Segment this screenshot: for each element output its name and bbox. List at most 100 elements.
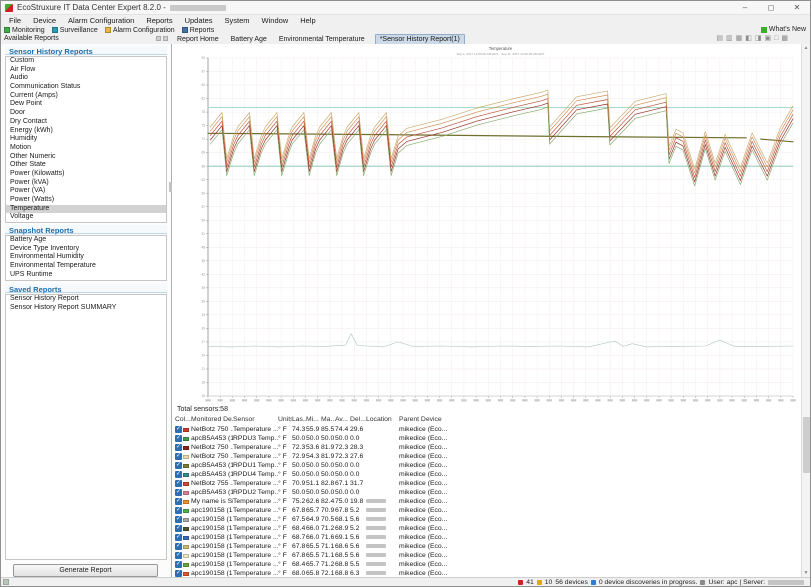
- report-tool-icon-8[interactable]: ▩: [781, 34, 788, 43]
- column-header-units[interactable]: Units: [278, 416, 292, 423]
- row-checkbox[interactable]: ✓: [175, 480, 182, 487]
- table-row[interactable]: ✓apcB5A453 (1...RPDU1 Temp...° F50.050.0…: [172, 461, 803, 470]
- menu-window[interactable]: Window: [256, 16, 295, 25]
- row-checkbox[interactable]: ✓: [175, 570, 182, 577]
- menu-file[interactable]: File: [3, 16, 27, 25]
- row-checkbox[interactable]: ✓: [175, 552, 182, 559]
- column-header-sensor[interactable]: Sensor: [233, 416, 278, 423]
- table-row[interactable]: ✓apc190158 (1...Temperature ...° F67.865…: [172, 506, 803, 515]
- menu-alarm-configuration[interactable]: Alarm Configuration: [62, 16, 140, 25]
- maximize-panel-icon[interactable]: [163, 36, 168, 41]
- table-row[interactable]: ✓apc190158 (1...Temperature ...° F67.865…: [172, 551, 803, 560]
- column-header-monitored-de-[interactable]: Monitored De...: [191, 416, 233, 423]
- sidebar-item-current-amps-[interactable]: Current (Amps): [6, 92, 166, 101]
- whats-new-link[interactable]: What's New: [761, 26, 806, 33]
- sidebar-item-ups-runtime[interactable]: UPS Runtime: [6, 271, 166, 280]
- column-header-mi-[interactable]: Mi...: [306, 416, 321, 423]
- column-header-col-[interactable]: Col...: [175, 416, 191, 423]
- row-checkbox[interactable]: ✓: [175, 534, 182, 541]
- table-row[interactable]: ✓apc190158 (1...Temperature ...° F67.564…: [172, 515, 803, 524]
- report-tool-icon-5[interactable]: ◨: [755, 34, 762, 43]
- column-header-location[interactable]: Location: [366, 416, 399, 423]
- column-header-del-[interactable]: Del...: [350, 416, 366, 423]
- sidebar-item-battery-age[interactable]: Battery Age: [6, 236, 166, 245]
- row-checkbox[interactable]: ✓: [175, 525, 182, 532]
- sidebar-item-other-state[interactable]: Other State: [6, 161, 166, 170]
- table-row[interactable]: ✓NetBotz 750 ...Temperature ...° F72.353…: [172, 443, 803, 452]
- report-tool-icon-2[interactable]: ▥: [726, 34, 733, 43]
- vertical-scrollbar[interactable]: ▲ ▼: [801, 44, 810, 577]
- table-row[interactable]: ✓apc190158 (1...Temperature ...° F67.865…: [172, 542, 803, 551]
- scrollbar-thumb[interactable]: [803, 417, 810, 473]
- sidebar-item-power-watts-[interactable]: Power (Watts): [6, 196, 166, 205]
- sidebar-item-audio[interactable]: Audio: [6, 74, 166, 83]
- table-row[interactable]: ✓NetBotz 755 ...Temperature ...° F70.951…: [172, 479, 803, 488]
- sidebar-item-motion[interactable]: Motion: [6, 144, 166, 153]
- scroll-up-icon[interactable]: ▲: [802, 44, 810, 52]
- minimize-button[interactable]: –: [732, 1, 758, 14]
- sidebar-item-door[interactable]: Door: [6, 109, 166, 118]
- close-button[interactable]: ✕: [784, 1, 810, 14]
- column-header-las-[interactable]: Las...: [292, 416, 306, 423]
- menu-reports[interactable]: Reports: [140, 16, 178, 25]
- sidebar-item-dry-contact[interactable]: Dry Contact: [6, 118, 166, 127]
- sidebar-item-custom[interactable]: Custom: [6, 57, 166, 66]
- tab-report-home[interactable]: Report Home: [175, 35, 221, 44]
- tab-environmental-temperature[interactable]: Environmental Temperature: [277, 35, 367, 44]
- sidebar-item-dew-point[interactable]: Dew Point: [6, 100, 166, 109]
- table-row[interactable]: ✓apcB5A453 (1...RPDU3 Temp...° F50.050.0…: [172, 434, 803, 443]
- table-row[interactable]: ✓apcB5A453 (1...RPDU2 Temp...° F50.050.0…: [172, 488, 803, 497]
- sidebar-item-environmental-humidity[interactable]: Environmental Humidity: [6, 253, 166, 262]
- scroll-down-icon[interactable]: ▼: [802, 569, 810, 577]
- sidebar-item-sensor-history-report-summary[interactable]: Sensor History Report SUMMARY: [6, 304, 166, 313]
- sidebar-item-energy-kwh-[interactable]: Energy (kWh): [6, 127, 166, 136]
- column-header-ma-[interactable]: Ma...: [321, 416, 335, 423]
- sidebar-item-voltage[interactable]: Voltage: [6, 213, 166, 222]
- report-tool-icon-1[interactable]: ▤: [716, 34, 723, 43]
- minimize-panel-icon[interactable]: [156, 36, 161, 41]
- report-tool-icon-4[interactable]: ◧: [745, 34, 752, 43]
- row-checkbox[interactable]: ✓: [175, 426, 182, 433]
- generate-report-button[interactable]: Generate Report: [13, 564, 158, 577]
- sidebar-item-other-numeric[interactable]: Other Numeric: [6, 153, 166, 162]
- maximize-button[interactable]: ◻: [758, 1, 784, 14]
- report-tool-icon-7[interactable]: □: [774, 34, 778, 43]
- row-checkbox[interactable]: ✓: [175, 453, 182, 460]
- sidebar-item-device-type-inventory[interactable]: Device Type Inventory: [6, 245, 166, 254]
- menu-device[interactable]: Device: [27, 16, 62, 25]
- row-checkbox[interactable]: ✓: [175, 444, 182, 451]
- table-row[interactable]: ✓apc190158 (1...Temperature ...° F68.465…: [172, 560, 803, 569]
- sidebar-item-temperature[interactable]: Temperature: [6, 205, 166, 214]
- row-checkbox[interactable]: ✓: [175, 507, 182, 514]
- row-checkbox[interactable]: ✓: [175, 462, 182, 469]
- sidebar-item-power-va-[interactable]: Power (VA): [6, 187, 166, 196]
- menu-system[interactable]: System: [219, 16, 256, 25]
- report-tool-icon-3[interactable]: ▦: [736, 34, 743, 43]
- sidebar-item-sensor-history-report[interactable]: Sensor History Report: [6, 295, 166, 304]
- table-row[interactable]: ✓apc190158 (1...Temperature ...° F68.466…: [172, 524, 803, 533]
- column-header-av-[interactable]: Av...: [335, 416, 350, 423]
- row-checkbox[interactable]: ✓: [175, 435, 182, 442]
- sidebar-item-power-kva-[interactable]: Power (kVA): [6, 179, 166, 188]
- row-checkbox[interactable]: ✓: [175, 498, 182, 505]
- sidebar-item-air-flow[interactable]: Air Flow: [6, 66, 166, 75]
- table-row[interactable]: ✓My name is Si...Temperature ...° F75.26…: [172, 497, 803, 506]
- table-row[interactable]: ✓NetBotz 750 ...Temperature ...° F74.355…: [172, 425, 803, 434]
- sidebar-item-communication-status[interactable]: Communication Status: [6, 83, 166, 92]
- table-row[interactable]: ✓NetBotz 750 ...Temperature ...° F72.954…: [172, 452, 803, 461]
- row-checkbox[interactable]: ✓: [175, 516, 182, 523]
- menu-help[interactable]: Help: [294, 16, 321, 25]
- row-checkbox[interactable]: ✓: [175, 489, 182, 496]
- sidebar-item-environmental-temperature[interactable]: Environmental Temperature: [6, 262, 166, 271]
- table-row[interactable]: ✓apcB5A453 (1...RPDU4 Temp...° F50.050.0…: [172, 470, 803, 479]
- tab-battery-age[interactable]: Battery Age: [229, 35, 269, 44]
- row-checkbox[interactable]: ✓: [175, 561, 182, 568]
- menu-updates[interactable]: Updates: [179, 16, 219, 25]
- sidebar-item-power-kilowatts-[interactable]: Power (Kilowatts): [6, 170, 166, 179]
- table-row[interactable]: ✓apc190158 (1...Temperature ...° F68.065…: [172, 569, 803, 577]
- row-checkbox[interactable]: ✓: [175, 543, 182, 550]
- sidebar-item-humidity[interactable]: Humidity: [6, 135, 166, 144]
- row-checkbox[interactable]: ✓: [175, 471, 182, 478]
- report-tool-icon-6[interactable]: ▣: [765, 34, 772, 43]
- table-row[interactable]: ✓apc190158 (1...Temperature ...° F68.766…: [172, 533, 803, 542]
